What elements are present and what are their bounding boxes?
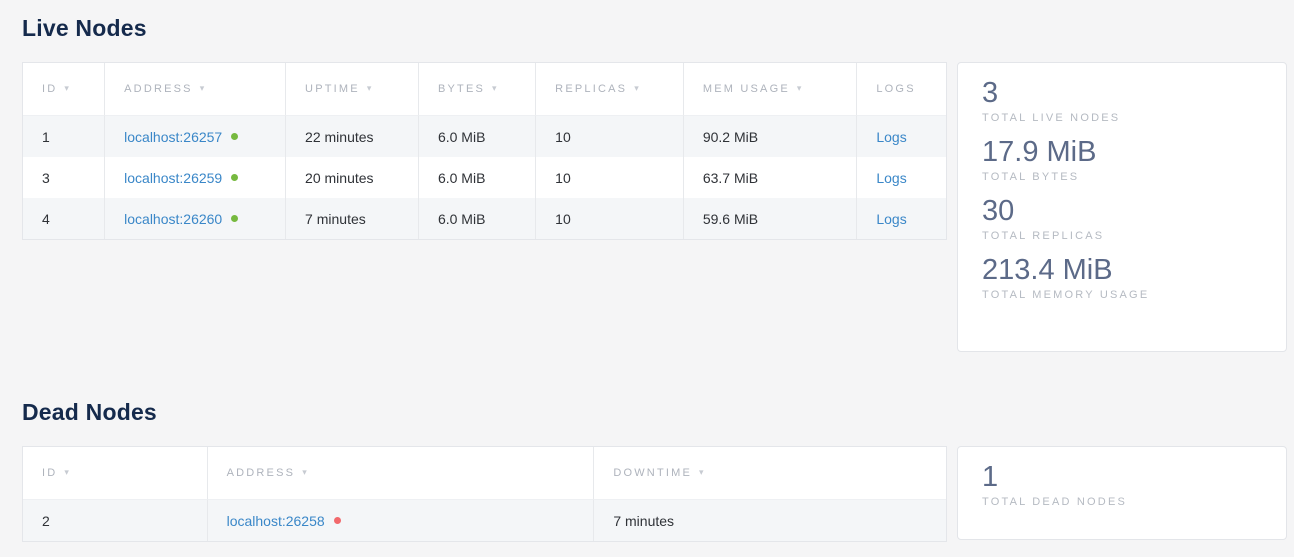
table-row: 2 localhost:26258 7 minutes bbox=[23, 500, 946, 541]
node-id-cell: 1 bbox=[23, 116, 105, 157]
summary-stat-total-live-nodes: 3 TOTAL LIVE NODES bbox=[982, 76, 1262, 124]
node-logs-cell: Logs bbox=[857, 116, 946, 157]
column-label: ADDRESS bbox=[124, 83, 204, 95]
live-nodes-title: Live Nodes bbox=[22, 0, 1287, 62]
column-label: LOGS bbox=[876, 83, 915, 95]
node-mem-usage-cell: 90.2 MiB bbox=[684, 116, 858, 157]
node-address-cell: localhost:26259 bbox=[105, 157, 286, 198]
dead-table-header-row: ID ADDRESS DOWNTIME bbox=[23, 447, 946, 500]
stat-value: 3 bbox=[982, 76, 1262, 110]
column-label: UPTIME bbox=[305, 83, 371, 95]
column-header-logs: LOGS bbox=[857, 63, 946, 116]
dead-nodes-table: ID ADDRESS DOWNTIME 2 localhost:26258 7 … bbox=[22, 446, 947, 542]
node-live-status-icon bbox=[231, 133, 238, 140]
live-nodes-summary-panel: 3 TOTAL LIVE NODES 17.9 MiB TOTAL BYTES … bbox=[957, 62, 1287, 352]
summary-stat-total-memory-usage: 213.4 MiB TOTAL MEMORY USAGE bbox=[982, 253, 1262, 301]
column-header-mem-usage[interactable]: MEM USAGE bbox=[684, 63, 858, 116]
node-address-link[interactable]: localhost:26260 bbox=[124, 211, 222, 227]
live-table-header-row: ID ADDRESS UPTIME BYTES REPLICAS MEM USA… bbox=[23, 63, 946, 116]
node-uptime-cell: 7 minutes bbox=[286, 198, 419, 239]
column-label: ADDRESS bbox=[227, 467, 307, 479]
node-logs-link[interactable]: Logs bbox=[876, 170, 906, 186]
stat-label: TOTAL BYTES bbox=[982, 171, 1262, 183]
node-id-cell: 4 bbox=[23, 198, 105, 239]
node-bytes-cell: 6.0 MiB bbox=[419, 157, 536, 198]
stat-label: TOTAL REPLICAS bbox=[982, 230, 1262, 242]
node-dead-status-icon bbox=[334, 517, 341, 524]
node-downtime-cell: 7 minutes bbox=[594, 500, 946, 541]
column-header-replicas[interactable]: REPLICAS bbox=[536, 63, 684, 116]
column-header-id[interactable]: ID bbox=[23, 63, 105, 116]
node-replicas-cell: 10 bbox=[536, 116, 684, 157]
summary-stat-total-bytes: 17.9 MiB TOTAL BYTES bbox=[982, 135, 1262, 183]
cluster-overview-page: Live Nodes ID ADDRESS UPTIME BYTES REPLI… bbox=[0, 0, 1294, 542]
column-label: REPLICAS bbox=[555, 83, 639, 95]
node-id-cell: 3 bbox=[23, 157, 105, 198]
node-address-cell: localhost:26260 bbox=[105, 198, 286, 239]
node-live-status-icon bbox=[231, 174, 238, 181]
node-address-link[interactable]: localhost:26259 bbox=[124, 170, 222, 186]
node-uptime-cell: 22 minutes bbox=[286, 116, 419, 157]
column-header-downtime[interactable]: DOWNTIME bbox=[594, 447, 946, 500]
node-replicas-cell: 10 bbox=[536, 157, 684, 198]
node-uptime-cell: 20 minutes bbox=[286, 157, 419, 198]
node-address-cell: localhost:26257 bbox=[105, 116, 286, 157]
column-header-uptime[interactable]: UPTIME bbox=[286, 63, 419, 116]
column-header-address[interactable]: ADDRESS bbox=[105, 63, 286, 116]
stat-label: TOTAL MEMORY USAGE bbox=[982, 289, 1262, 301]
column-header-bytes[interactable]: BYTES bbox=[419, 63, 536, 116]
dead-nodes-summary-panel: 1 TOTAL DEAD NODES bbox=[957, 446, 1287, 540]
node-logs-link[interactable]: Logs bbox=[876, 129, 906, 145]
node-bytes-cell: 6.0 MiB bbox=[419, 198, 536, 239]
column-label: ID bbox=[42, 83, 69, 95]
table-row: 1 localhost:26257 22 minutes 6.0 MiB 10 … bbox=[23, 116, 946, 157]
node-logs-cell: Logs bbox=[857, 157, 946, 198]
column-label: BYTES bbox=[438, 83, 497, 95]
node-address-cell: localhost:26258 bbox=[208, 500, 595, 541]
table-row: 4 localhost:26260 7 minutes 6.0 MiB 10 5… bbox=[23, 198, 946, 239]
summary-stat-total-replicas: 30 TOTAL REPLICAS bbox=[982, 194, 1262, 242]
stat-value: 213.4 MiB bbox=[982, 253, 1262, 287]
node-live-status-icon bbox=[231, 215, 238, 222]
node-id-cell: 2 bbox=[23, 500, 208, 541]
stat-value: 30 bbox=[982, 194, 1262, 228]
node-mem-usage-cell: 59.6 MiB bbox=[684, 198, 858, 239]
node-mem-usage-cell: 63.7 MiB bbox=[684, 157, 858, 198]
node-logs-link[interactable]: Logs bbox=[876, 211, 906, 227]
node-address-link[interactable]: localhost:26257 bbox=[124, 129, 222, 145]
dead-nodes-title: Dead Nodes bbox=[22, 352, 1287, 446]
node-logs-cell: Logs bbox=[857, 198, 946, 239]
column-label: DOWNTIME bbox=[613, 467, 703, 479]
dead-nodes-section: Dead Nodes ID ADDRESS DOWNTIME 2 local bbox=[22, 352, 1287, 542]
stat-label: TOTAL DEAD NODES bbox=[982, 496, 1262, 508]
column-label: MEM USAGE bbox=[703, 83, 802, 95]
table-row: 3 localhost:26259 20 minutes 6.0 MiB 10 … bbox=[23, 157, 946, 198]
live-nodes-table: ID ADDRESS UPTIME BYTES REPLICAS MEM USA… bbox=[22, 62, 947, 240]
stat-value: 17.9 MiB bbox=[982, 135, 1262, 169]
summary-stat-total-dead-nodes: 1 TOTAL DEAD NODES bbox=[982, 460, 1262, 508]
stat-value: 1 bbox=[982, 460, 1262, 494]
column-header-id[interactable]: ID bbox=[23, 447, 208, 500]
column-header-address[interactable]: ADDRESS bbox=[208, 447, 595, 500]
node-replicas-cell: 10 bbox=[536, 198, 684, 239]
column-label: ID bbox=[42, 467, 69, 479]
node-bytes-cell: 6.0 MiB bbox=[419, 116, 536, 157]
live-nodes-section: Live Nodes ID ADDRESS UPTIME BYTES REPLI… bbox=[22, 0, 1287, 352]
node-address-link[interactable]: localhost:26258 bbox=[227, 513, 325, 529]
stat-label: TOTAL LIVE NODES bbox=[982, 112, 1262, 124]
